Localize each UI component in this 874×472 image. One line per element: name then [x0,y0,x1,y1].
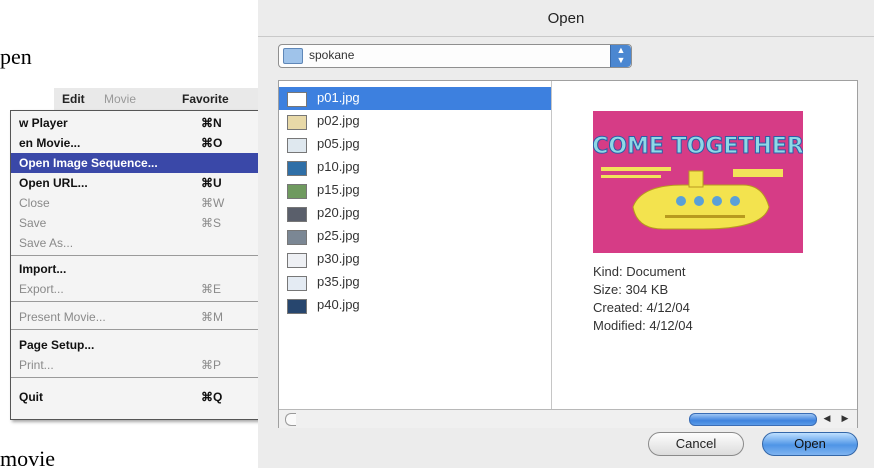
menu-bar-favorites[interactable]: Favorite [182,92,229,106]
file-row-p01[interactable]: p01.jpg [279,87,551,110]
menu-item-page-setup[interactable]: Page Setup... [11,335,261,355]
file-row-p05[interactable]: p05.jpg [279,133,551,156]
file-row-p40[interactable]: p40.jpg [279,294,551,317]
preview-column: COME TOGETHER Kind: Document Size: 304 K… [553,81,855,409]
document-text-fragment: pen [0,44,32,69]
menu-item-save[interactable]: Save ⌘S [11,213,261,233]
menu-item-present-movie[interactable]: Present Movie... ⌘M [11,307,261,327]
open-button[interactable]: Open [762,432,858,456]
menu-item-quit[interactable]: Quit ⌘Q [11,387,261,407]
svg-text:COME TOGETHER: COME TOGETHER [593,134,803,159]
menu-item-open-image-sequence[interactable]: Open Image Sequence... [11,153,261,173]
menu-item-open-movie[interactable]: en Movie... ⌘O [11,133,261,153]
location-label: spokane [309,48,355,62]
file-row-p30[interactable]: p30.jpg [279,248,551,271]
scroll-thumb[interactable] [689,413,817,426]
image-thumb-icon [287,115,307,130]
menu-item-close[interactable]: Close ⌘W [11,193,261,213]
image-doc-icon [287,138,307,153]
title-divider [258,36,874,37]
preview-modified: Modified: 4/12/04 [593,318,693,333]
image-thumb-icon [287,299,307,314]
menu-item-open-url[interactable]: Open URL... ⌘U [11,173,261,193]
cancel-button[interactable]: Cancel [648,432,744,456]
file-browser: p01.jpg p02.jpg p05.jpg p10.jpg p15.jpg … [278,80,858,428]
menu-separator [11,255,261,256]
file-menu-dropdown: w Player ⌘N en Movie... ⌘O Open Image Sequ… [10,110,262,420]
preview-image: COME TOGETHER [593,111,803,253]
menu-bar-edit[interactable]: Edit [62,92,85,106]
file-row-p20[interactable]: p20.jpg [279,202,551,225]
open-dialog: Open spokane ▲ ▼ p01.jpg p02.jpg p05.jpg … [258,0,874,468]
document-text-fragment-bottom: movie [0,446,55,471]
preview-created: Created: 4/12/04 [593,300,690,315]
menu-item-new-player[interactable]: w Player ⌘N [11,113,261,133]
menu-separator [11,301,261,302]
menu-item-save-as[interactable]: Save As... [11,233,261,253]
menu-bar: Edit Movie Favorite [54,88,262,111]
menu-item-import[interactable]: Import... [11,259,261,279]
folder-icon [283,48,303,64]
file-row-p35[interactable]: p35.jpg [279,271,551,294]
location-popup[interactable]: spokane ▲ ▼ [278,44,632,68]
image-thumb-icon [287,207,307,222]
image-thumb-icon [287,184,307,199]
image-doc-icon [287,253,307,268]
menu-item-print[interactable]: Print... ⌘P [11,355,261,375]
preview-info: Kind: Document Size: 304 KB Created: 4/1… [593,263,693,335]
file-row-p02[interactable]: p02.jpg [279,110,551,133]
image-thumb-icon [287,230,307,245]
file-row-p10[interactable]: p10.jpg [279,156,551,179]
preview-size: Size: 304 KB [593,282,669,297]
dialog-title: Open [547,10,585,27]
image-thumb-icon [287,161,307,176]
scroll-left-arrow-icon[interactable]: ◀ [819,412,835,425]
image-doc-icon [287,92,307,107]
preview-kind: Kind: Document [593,264,686,279]
file-column: p01.jpg p02.jpg p05.jpg p10.jpg p15.jpg … [279,81,552,409]
file-row-p15[interactable]: p15.jpg [279,179,551,202]
image-doc-icon [287,276,307,291]
menu-bar-movie[interactable]: Movie [104,92,136,106]
menu-separator [11,329,261,330]
popup-arrows-icon: ▲ ▼ [610,45,631,67]
menu-item-export[interactable]: Export... ⌘E [11,279,261,299]
horizontal-scrollbar[interactable]: ◀ ▶ [279,409,857,428]
file-menu: Edit Movie Favorite w Player ⌘N en Movie.… [0,88,262,420]
file-row-p25[interactable]: p25.jpg [279,225,551,248]
menu-separator [11,377,261,378]
scroll-right-arrow-icon[interactable]: ▶ [837,412,853,425]
scroll-track-cap [285,413,296,426]
